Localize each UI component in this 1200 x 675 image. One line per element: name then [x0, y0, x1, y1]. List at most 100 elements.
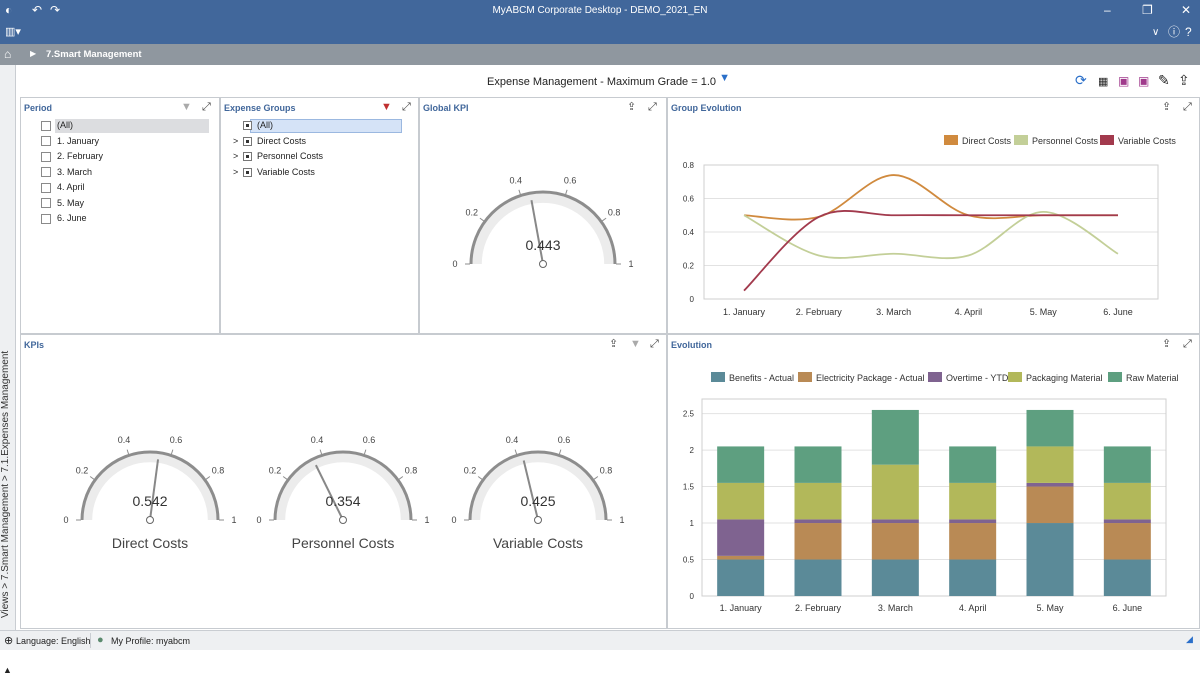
maximize-icon[interactable]: ⤢	[1183, 101, 1192, 113]
kpi-gauge-tick-label: 0	[256, 515, 261, 525]
grid-icon[interactable]: ▦	[1098, 74, 1108, 90]
kpi-gauge-tick-label: 0.4	[506, 435, 519, 445]
kpi-gauge-track	[275, 452, 411, 520]
checkbox[interactable]	[41, 182, 51, 193]
clear-filter-icon[interactable]: ▼	[381, 101, 392, 113]
home-icon[interactable]: ⌂	[4, 47, 11, 61]
kpi-gauge-tick-label: 0.6	[363, 435, 376, 445]
legend-swatch	[798, 372, 812, 382]
evolution-panel: Evolution ⇪ ⤢ Benefits - Actual Electrici…	[667, 334, 1200, 629]
collapse-arrow-icon[interactable]: ▲	[3, 665, 12, 675]
legend-swatch	[1008, 372, 1022, 382]
export-icon[interactable]: ⇪	[1162, 101, 1171, 113]
period-item-label: (All)	[57, 120, 73, 130]
checkbox[interactable]	[41, 198, 51, 209]
group-item-label: Personnel Costs	[257, 151, 324, 161]
checkbox[interactable]	[41, 151, 51, 162]
help-icon[interactable]: ?	[1185, 25, 1192, 39]
expand-icon[interactable]: >	[233, 149, 243, 165]
checkbox[interactable]	[243, 121, 252, 131]
export-icon[interactable]: ⇪	[1178, 72, 1190, 88]
save-icon[interactable]: ▣	[1118, 73, 1129, 89]
kpi-gauge-label: Variable Costs	[493, 535, 583, 551]
global-gauge-needle-hub	[539, 260, 547, 268]
maximize-icon[interactable]: ⤢	[650, 338, 659, 350]
checkbox[interactable]	[41, 136, 51, 147]
global-gauge-tick-label: 0.4	[510, 175, 523, 185]
export-icon[interactable]: ⇪	[1162, 338, 1171, 350]
views-path: Views > 7.Smart Management > 7.1.Expense…	[0, 350, 11, 618]
series-line	[743, 210, 1118, 292]
checkbox[interactable]	[41, 120, 51, 131]
checkbox[interactable]	[243, 167, 252, 177]
kpi-gauge-tick-label: 0	[63, 515, 68, 525]
y-tick-label: 0.4	[683, 228, 695, 237]
kpi-gauge-tick	[398, 476, 404, 480]
checkbox[interactable]	[41, 213, 51, 224]
kpi-gauge-needle	[522, 460, 539, 521]
y-tick-label: 0.5	[683, 556, 695, 565]
checkbox[interactable]	[41, 167, 51, 178]
save-as-icon[interactable]: ▣	[1138, 73, 1149, 89]
period-item-may[interactable]: 5. May	[41, 196, 103, 212]
bar-segment	[1103, 559, 1151, 596]
period-item-january[interactable]: 1. January	[41, 134, 103, 150]
profile-status[interactable]: My Profile: myabcm	[111, 636, 190, 646]
group-item-personnel-costs[interactable]: > Personnel Costs	[233, 149, 323, 165]
maximize-icon[interactable]: ⤢	[648, 101, 657, 113]
period-item-april[interactable]: 4. April	[41, 180, 103, 196]
x-tick-label: 6. June	[1113, 603, 1143, 613]
kpi-gauge-tick-label: 1	[231, 515, 236, 525]
breadcrumb[interactable]: 7.Smart Management	[46, 49, 142, 60]
period-item-all[interactable]: (All)	[41, 118, 209, 134]
group-item-all[interactable]: (All)	[233, 118, 402, 134]
global-gauge-tick	[565, 189, 568, 195]
filter-icon[interactable]: ▼	[719, 72, 730, 84]
maximize-icon[interactable]: ⤢	[1183, 338, 1192, 350]
period-item-february[interactable]: 2. February	[41, 149, 103, 165]
language-status[interactable]: Language: English	[16, 636, 91, 646]
refresh-icon[interactable]: ⟳	[1075, 72, 1087, 88]
user-icon: ●	[97, 634, 104, 646]
period-item-june[interactable]: 6. June	[41, 211, 103, 227]
kpi-gauge-needle-hub	[339, 516, 347, 524]
clear-filter-icon[interactable]: ▼	[181, 101, 192, 113]
bar-segment	[949, 446, 997, 483]
minimize-icon[interactable]: –	[1104, 3, 1111, 17]
kpi-gauge-tick	[170, 449, 174, 455]
legend-label: Electricity Package - Actual	[816, 373, 925, 383]
group-item-variable-costs[interactable]: > Variable Costs	[233, 165, 323, 181]
group-evolution-chart: Direct Costs Personnel Costs Variable Cost…	[683, 135, 1176, 317]
chevron-down-icon[interactable]: ∨	[1152, 26, 1159, 40]
bar-segment	[794, 559, 842, 596]
legend-swatch	[711, 372, 725, 382]
period-item-label: 5. May	[57, 197, 85, 208]
maximize-icon[interactable]: ⤢	[402, 101, 411, 113]
kpi-gauge-tick-label: 1	[424, 515, 429, 525]
export-icon[interactable]: ⇪	[609, 338, 618, 350]
filter-icon[interactable]: ▼	[630, 338, 641, 350]
group-item-direct-costs[interactable]: > Direct Costs	[233, 134, 323, 150]
y-tick-label: 2	[690, 446, 695, 455]
global-gauge-tick	[479, 217, 485, 222]
info-icon[interactable]: ⓘ	[1168, 25, 1180, 39]
expand-icon[interactable]: >	[233, 134, 243, 150]
evolution-title: Evolution	[671, 340, 712, 350]
views-sidebar[interactable]: Views > 7.Smart Management > 7.1.Expense…	[0, 65, 16, 675]
checkbox[interactable]	[243, 152, 252, 162]
period-item-march[interactable]: 3. March	[41, 165, 103, 181]
bar-segment	[871, 559, 919, 596]
restore-icon[interactable]: ❐	[1142, 3, 1153, 17]
expand-icon[interactable]: >	[233, 165, 243, 181]
resize-grip-icon[interactable]: ◢	[1186, 634, 1193, 645]
close-icon[interactable]: ✕	[1181, 3, 1191, 17]
panel-layout-icon[interactable]: ▥▾	[5, 25, 21, 39]
bar-segment	[794, 482, 842, 520]
edit-icon[interactable]: ✎	[1158, 72, 1170, 88]
maximize-icon[interactable]: ⤢	[202, 101, 211, 113]
checkbox[interactable]	[243, 136, 252, 146]
export-icon[interactable]: ⇪	[627, 101, 636, 113]
bar-segment	[871, 464, 919, 520]
period-item-label: 1. January	[57, 135, 100, 146]
legend-label: Overtime - YTD	[946, 373, 1009, 383]
